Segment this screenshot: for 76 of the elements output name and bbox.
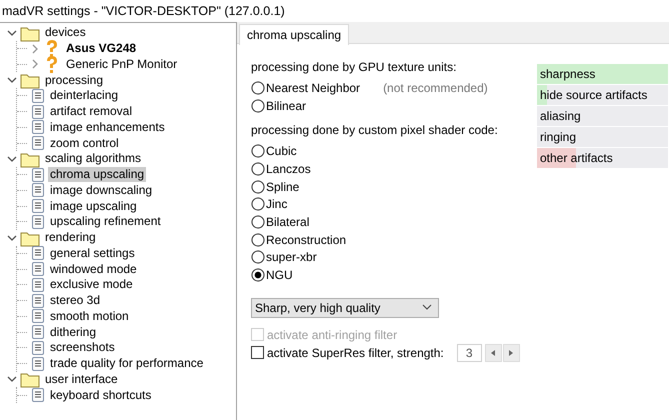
quality-dropdown[interactable]: Sharp, very high quality	[251, 298, 439, 318]
page-icon	[31, 88, 45, 104]
tree-item[interactable]: keyboard shortcuts	[48, 388, 154, 403]
page-icon	[31, 340, 45, 356]
page-icon	[31, 198, 45, 214]
radio-button[interactable]: NGU	[251, 268, 293, 282]
radio-button[interactable]: Bilateral	[251, 214, 310, 229]
tree-item[interactable]: screenshots	[48, 340, 117, 356]
tree-item[interactable]: user interface	[43, 372, 120, 387]
page-icon	[31, 135, 45, 152]
tree-item[interactable]: devices	[43, 25, 88, 40]
tree-item[interactable]: scaling algorithms	[43, 151, 144, 166]
chevron-down-icon	[422, 304, 432, 312]
page-icon	[31, 356, 45, 372]
page-icon	[31, 166, 45, 183]
quality-label: sharpness	[539, 67, 596, 81]
page-icon	[31, 292, 45, 309]
tree-item[interactable]: trade quality for performance	[48, 356, 206, 372]
radio-button[interactable]: Bilinear	[251, 98, 306, 113]
page-icon	[31, 245, 45, 262]
page-icon	[31, 387, 45, 404]
tree-item[interactable]: exclusive mode	[48, 277, 135, 292]
quality-label: ringing	[539, 130, 576, 144]
radio-button[interactable]: Jinc	[251, 197, 288, 212]
tree-item[interactable]: image enhancements	[48, 120, 167, 135]
page-icon	[31, 324, 45, 340]
tree-item[interactable]: Asus VG248	[64, 41, 138, 56]
quality-label: hide source artifacts	[539, 88, 648, 102]
strength-field[interactable]: 3	[456, 344, 482, 362]
tree-item[interactable]: zoom control	[48, 136, 121, 151]
page-icon	[31, 119, 45, 136]
radio-button[interactable]: Lanczos	[251, 162, 311, 176]
tab[interactable]: chroma upscaling	[239, 24, 350, 45]
quality-label: aliasing	[539, 109, 581, 123]
page-icon	[31, 308, 45, 324]
collapse-icon[interactable]	[7, 232, 17, 243]
page-icon	[31, 182, 45, 198]
collapse-icon[interactable]	[7, 28, 17, 38]
tree-item[interactable]: stereo 3d	[48, 293, 102, 308]
radio-button[interactable]: Nearest Neighbor	[251, 80, 360, 95]
tree-item[interactable]: deinterlacing	[48, 88, 120, 104]
tree-item[interactable]: dithering	[48, 324, 98, 340]
radio-button[interactable]: Reconstruction	[251, 232, 346, 247]
tree-item[interactable]: smooth motion	[48, 308, 131, 324]
radio-button[interactable]: Cubic	[251, 144, 297, 158]
right-arrow-icon	[508, 350, 514, 356]
radio-button[interactable]: super-xbr	[251, 250, 317, 264]
tree-item[interactable]: image upscaling	[48, 198, 139, 214]
tree-item[interactable]: upscaling refinement	[48, 214, 163, 230]
expand-icon[interactable]	[30, 59, 40, 70]
checkbox[interactable]: activate SuperRes filter, strength:	[251, 346, 444, 360]
hint-text: (not recommended)	[383, 80, 488, 95]
section-heading: processing done by GPU texture units:	[251, 60, 458, 74]
page-icon	[31, 276, 45, 293]
page-icon	[31, 214, 45, 230]
tree-item[interactable]: windowed mode	[48, 262, 139, 277]
window-title: madVR settings - "VICTOR-DESKTOP" (127.0.0.1)	[1, 3, 286, 20]
left-arrow-icon	[490, 350, 496, 356]
section-heading: processing done by custom pixel shader code:	[251, 123, 499, 138]
tree-item[interactable]: image downscaling	[48, 182, 154, 198]
collapse-icon[interactable]	[7, 154, 17, 164]
quality-label: other artifacts	[539, 151, 613, 165]
tree-item[interactable]: processing	[43, 72, 106, 88]
increase-button[interactable]	[502, 344, 520, 362]
decrease-button[interactable]	[484, 344, 502, 362]
expand-icon[interactable]	[30, 44, 40, 54]
collapse-icon[interactable]	[7, 75, 17, 86]
tree-item[interactable]: general settings	[48, 246, 137, 261]
tree-item[interactable]: chroma upscaling	[48, 167, 146, 182]
page-icon	[31, 261, 45, 278]
tree-item[interactable]: rendering	[43, 230, 98, 246]
page-icon	[31, 104, 45, 120]
collapse-icon[interactable]	[7, 374, 17, 384]
tree-item[interactable]: artifact removal	[48, 104, 134, 120]
tree-item[interactable]: Generic PnP Monitor	[64, 56, 180, 72]
radio-button[interactable]: Spline	[251, 180, 300, 194]
